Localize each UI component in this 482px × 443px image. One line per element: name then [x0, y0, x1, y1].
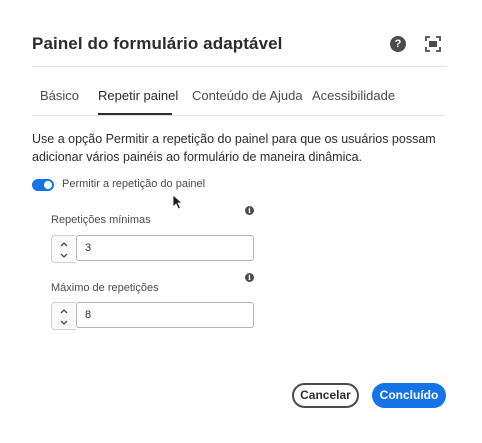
chevron-down-icon [60, 253, 68, 258]
repeat-panel-toggle-label: Permitir a repetição do painel [62, 178, 206, 190]
dialog-header: Painel do formulário adaptável ? [32, 30, 452, 62]
max-repetitions-decrement-button[interactable] [52, 316, 76, 328]
panel-description: Use a opção Permitir a repetição do pain… [32, 132, 436, 164]
min-repetitions-input[interactable]: 3 [76, 235, 254, 261]
fullscreen-icon [425, 36, 441, 52]
tab-help-content[interactable]: Conteúdo de Ajuda [192, 88, 303, 103]
min-repetitions-info-icon[interactable]: i [245, 206, 254, 215]
max-repetitions-stepper [51, 302, 76, 330]
min-repetitions-label: Repetições mínimas [51, 214, 151, 226]
max-repetitions-increment-button[interactable] [52, 304, 76, 316]
switch-knob [44, 181, 52, 189]
mouse-pointer-icon [172, 194, 184, 210]
tabs-divider [32, 115, 446, 116]
done-button[interactable]: Concluído [372, 383, 446, 408]
repeat-panel-switch[interactable] [32, 179, 54, 191]
max-repetitions-info-icon[interactable]: i [245, 273, 254, 282]
dialog-title: Painel do formulário adaptável [32, 34, 283, 53]
tab-accessibility[interactable]: Acessibilidade [312, 88, 395, 103]
fullscreen-button[interactable] [424, 35, 442, 53]
header-divider [32, 66, 446, 67]
min-repetitions-stepper [51, 235, 76, 263]
min-repetitions-increment-button[interactable] [52, 237, 76, 249]
adaptive-form-panel-dialog: Painel do formulário adaptável ? Básico … [0, 0, 482, 443]
max-repetitions-input[interactable]: 8 [76, 302, 254, 328]
cancel-button[interactable]: Cancelar [292, 383, 359, 408]
tab-basic[interactable]: Básico [40, 88, 79, 103]
tab-repeat-panel[interactable]: Repetir painel [98, 88, 178, 103]
min-repetitions-decrement-button[interactable] [52, 249, 76, 261]
help-button[interactable]: ? [390, 36, 406, 52]
chevron-down-icon [60, 320, 68, 325]
max-repetitions-label: Máximo de repetições [51, 282, 159, 294]
help-icon: ? [394, 38, 402, 50]
